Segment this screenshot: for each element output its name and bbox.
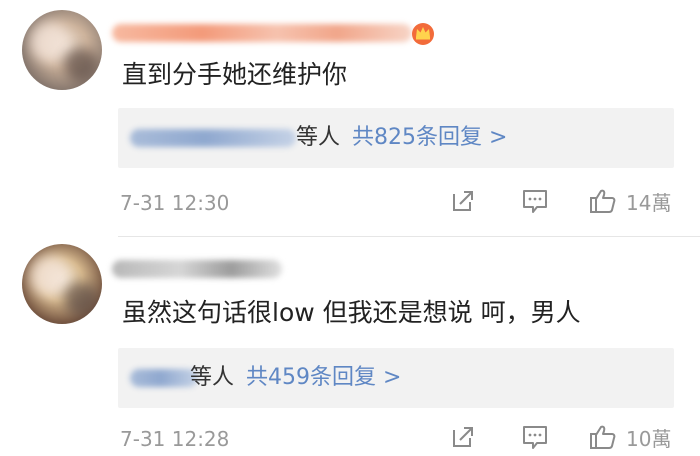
- username-redacted[interactable]: [112, 260, 282, 278]
- reply-summary-text: 等人 共825条回复 >: [296, 123, 507, 153]
- comment-item-2: 虽然这句话很low 但我还是想说 呵，男人 等人 共459条回复 > 7-31 1…: [0, 236, 700, 454]
- reply-usernames-redacted: [130, 369, 198, 387]
- share-icon[interactable]: [448, 186, 478, 216]
- avatar-blur: [64, 48, 98, 82]
- like-count: 14萬: [626, 191, 672, 215]
- avatar-blur: [64, 282, 98, 316]
- user-avatar[interactable]: [22, 244, 102, 324]
- like-count: 10萬: [626, 427, 672, 451]
- reply-suffix: 等人: [296, 125, 341, 150]
- comment-meta: 7-31 12:28 10萬: [0, 422, 700, 456]
- comment-item-1: 直到分手她还维护你 等人 共825条回复 > 7-31 12:30 14萬: [0, 0, 700, 236]
- timestamp: 7-31 12:30: [120, 191, 230, 215]
- reply-count-link[interactable]: 共459条回复 >: [246, 365, 401, 390]
- comment-text: 直到分手她还维护你: [122, 60, 348, 89]
- comment-icon[interactable]: [520, 186, 550, 216]
- comment-icon[interactable]: [520, 422, 550, 452]
- reply-summary[interactable]: 等人 共825条回复 >: [118, 108, 674, 168]
- like-button[interactable]: 14萬: [588, 186, 688, 216]
- comment-meta: 7-31 12:30 14萬: [0, 186, 700, 220]
- reply-suffix: 等人: [190, 365, 235, 390]
- username-redacted[interactable]: [112, 24, 412, 42]
- timestamp: 7-31 12:28: [120, 427, 230, 451]
- share-icon[interactable]: [448, 422, 478, 452]
- thumbs-up-icon: [590, 425, 616, 449]
- thumbs-up-icon: [590, 189, 616, 213]
- reply-summary[interactable]: 等人 共459条回复 >: [118, 348, 674, 408]
- comment-text: 虽然这句话很low 但我还是想说 呵，男人: [122, 298, 581, 327]
- user-avatar[interactable]: [22, 10, 102, 90]
- reply-summary-text: 等人 共459条回复 >: [190, 363, 401, 393]
- avatar-blur: [30, 22, 70, 62]
- like-button[interactable]: 10萬: [588, 422, 688, 452]
- avatar-blur: [30, 256, 70, 296]
- reply-usernames-redacted: [130, 129, 296, 147]
- crown-badge-icon: [412, 23, 434, 45]
- reply-count-link[interactable]: 共825条回复 >: [352, 125, 507, 150]
